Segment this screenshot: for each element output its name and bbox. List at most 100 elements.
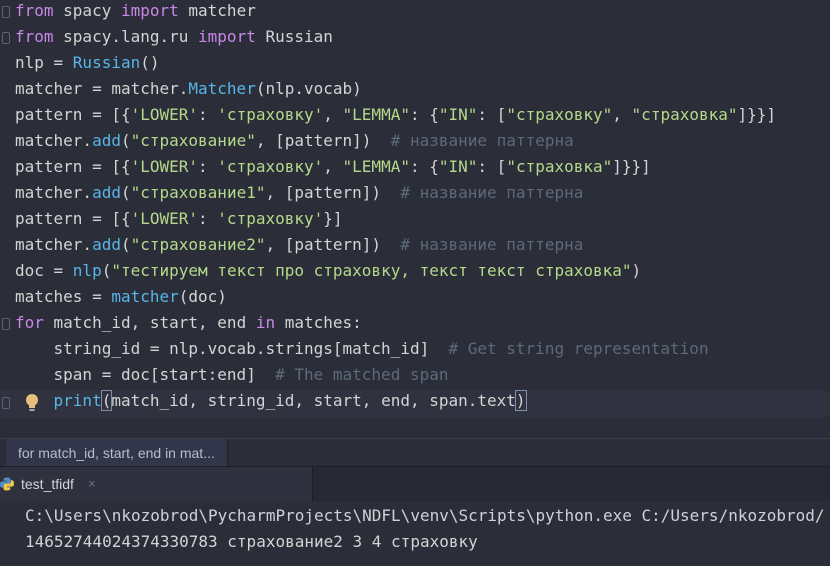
code-line[interactable]: nlp = Russian() (15, 50, 160, 76)
code-token: spacy.lang.ru (53, 27, 199, 46)
code-token: 'LOWER' (130, 105, 199, 124)
code-token: , [pattern]) (255, 131, 391, 150)
code-token: matcher. (15, 235, 93, 254)
console-output-line: 14652744024374330783 страхование2 3 4 ст… (25, 532, 478, 551)
code-token: matcher. (15, 183, 93, 202)
code-token: match_id, string_id, start, end, span.te… (111, 391, 516, 410)
run-tab-bar: test_tfidf × (0, 466, 830, 502)
code-line[interactable]: matcher.add("страхование2", [pattern]) #… (15, 232, 583, 258)
tab-label: test_tfidf (21, 476, 74, 492)
code-token: ) (631, 261, 642, 280)
code-token: () (140, 53, 160, 72)
fold-marker-icon[interactable] (0, 26, 12, 52)
code-token: # название паттерна (400, 235, 584, 254)
code-token: from (15, 1, 54, 20)
code-line[interactable]: matches = matcher(doc) (15, 284, 227, 310)
code-token: 'LOWER' (130, 157, 199, 176)
code-token: pattern = [{ (15, 105, 131, 124)
code-line[interactable]: string_id = nlp.vocab.strings[match_id] … (15, 336, 709, 362)
code-token: import (120, 1, 179, 20)
code-token: ( (120, 235, 131, 254)
code-token: "страховка" (506, 157, 613, 176)
code-line[interactable]: span = doc[start:end] # The matched span (15, 362, 449, 388)
code-token: "LEMMA" (342, 105, 410, 124)
code-token: in (255, 313, 276, 332)
code-token: Russian (255, 27, 333, 46)
code-token: # The matched span (275, 365, 449, 384)
code-token: print (53, 391, 102, 410)
code-line[interactable]: print(match_id, string_id, start, end, s… (15, 388, 527, 414)
code-editor[interactable]: from spacy import matcher from spacy.lang… (0, 0, 830, 438)
code-line[interactable]: from spacy.lang.ru import Russian (15, 24, 333, 50)
code-token: : (198, 209, 218, 228)
code-token: 'страховку' (217, 209, 324, 228)
code-token: # название паттерна (400, 183, 584, 202)
code-token: matcher (111, 287, 179, 306)
run-console[interactable]: C:\Users\nkozobrod\PycharmProjects\NDFL\… (0, 501, 830, 566)
code-token: spacy (53, 1, 121, 20)
code-token: }] (323, 209, 343, 228)
python-icon (0, 477, 14, 491)
code-token: doc = (15, 261, 73, 280)
code-token: ]}}] (737, 105, 777, 124)
code-line[interactable]: matcher.add("страхование", [pattern]) # … (15, 128, 574, 154)
code-line[interactable]: matcher = matcher.Matcher(nlp.vocab) (15, 76, 362, 102)
code-line[interactable]: pattern = [{'LOWER': 'страховку', "LEMMA… (15, 102, 776, 128)
close-icon[interactable]: × (88, 467, 96, 501)
code-token: : { (409, 105, 439, 124)
code-token: : [ (477, 157, 507, 176)
code-token: "страхование" (130, 131, 256, 150)
code-token: "страхование1" (130, 183, 266, 202)
code-token: ( (120, 183, 131, 202)
code-token: add (92, 235, 121, 254)
matched-bracket: ( (100, 390, 113, 411)
code-token: 'страховку' (217, 105, 324, 124)
code-line[interactable]: pattern = [{'LOWER': 'страховку'}] (15, 206, 343, 232)
code-token: : (198, 157, 218, 176)
code-token: , [pattern]) (265, 235, 401, 254)
code-line[interactable]: from spacy import matcher (15, 0, 256, 24)
code-token: ( (101, 261, 112, 280)
code-token: pattern = [{ (15, 157, 131, 176)
code-token: : (198, 105, 218, 124)
code-token: matcher. (15, 131, 93, 150)
code-line[interactable]: pattern = [{'LOWER': 'страховку', "LEMMA… (15, 154, 651, 180)
code-token: "страховку" (506, 105, 613, 124)
code-token: pattern = [{ (15, 209, 131, 228)
code-token: 'LOWER' (130, 209, 199, 228)
code-token: ( (120, 131, 131, 150)
code-token: "IN" (438, 105, 478, 124)
code-line[interactable]: doc = nlp("тестируем текст про страховку… (15, 258, 641, 284)
code-token: "страхование2" (130, 235, 266, 254)
run-tab-test-tfidf[interactable]: test_tfidf × (0, 467, 313, 501)
code-token: Matcher (188, 79, 256, 98)
code-token: matches: (275, 313, 362, 332)
code-token: match_id, start, end (43, 313, 256, 332)
code-token: "тестируем текст про страховку, текст те… (111, 261, 632, 280)
code-token: "страховка" (631, 105, 738, 124)
code-token: , [pattern]) (265, 183, 401, 202)
code-token: "LEMMA" (342, 157, 410, 176)
code-token: Russian (72, 53, 141, 72)
code-token: nlp = (15, 53, 73, 72)
code-line[interactable]: matcher.add("страхование1", [pattern]) #… (15, 180, 583, 206)
code-line[interactable]: for match_id, start, end in matches: (15, 310, 362, 336)
code-token: : { (409, 157, 439, 176)
code-token: import (198, 27, 256, 46)
code-token: "IN" (438, 157, 478, 176)
code-token: add (92, 183, 121, 202)
fold-marker-icon[interactable] (0, 312, 12, 338)
console-command-line: C:\Users\nkozobrod\PycharmProjects\NDFL\… (25, 506, 825, 525)
code-token: from (15, 27, 54, 46)
code-token: (doc) (178, 287, 227, 306)
fold-marker-icon[interactable] (0, 0, 12, 26)
code-token: , (323, 157, 343, 176)
fold-marker-icon[interactable] (0, 391, 12, 417)
code-token: string_id = nlp.vocab.strings[match_id] (15, 339, 449, 358)
breadcrumb-bar: for match_id, start, end in mat... (0, 438, 830, 467)
code-token: , (323, 105, 343, 124)
code-token: 'страховку' (217, 157, 324, 176)
breadcrumb[interactable]: for match_id, start, end in mat... (6, 439, 228, 467)
code-token: add (92, 131, 121, 150)
